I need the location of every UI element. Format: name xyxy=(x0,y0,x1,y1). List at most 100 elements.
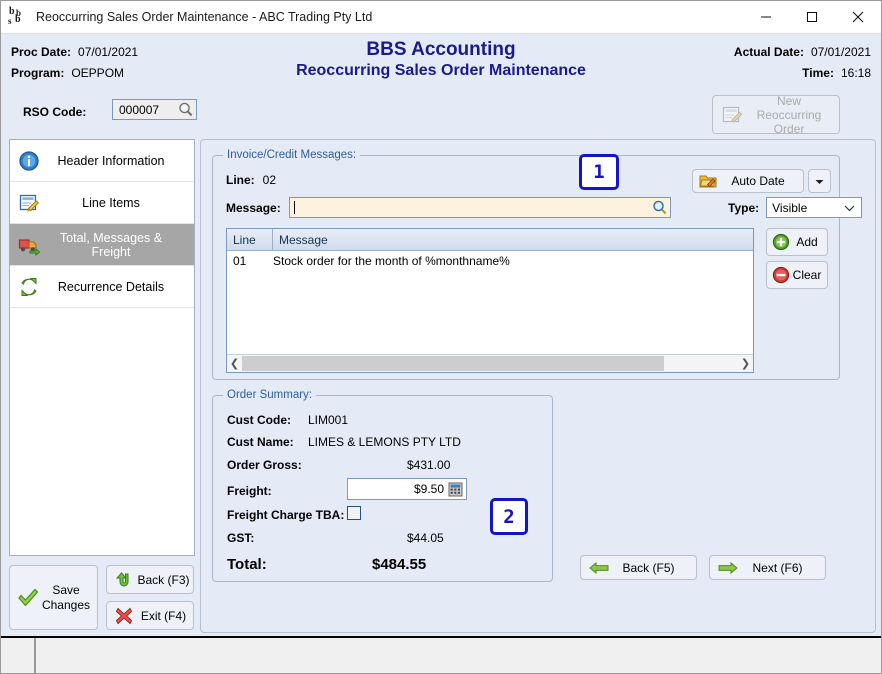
add-message-button[interactable]: Add xyxy=(766,228,828,256)
new-reoccurring-order-label: New Reoccurring Order xyxy=(743,94,839,136)
chevron-left-icon[interactable]: ❮ xyxy=(227,356,242,371)
plus-circle-icon xyxy=(772,233,790,251)
gst-row: GST: xyxy=(227,531,254,545)
check-icon xyxy=(16,586,40,610)
window-controls xyxy=(743,1,881,33)
auto-date-button[interactable]: Auto Date xyxy=(692,169,804,193)
truck-icon xyxy=(18,234,40,256)
cust-name-label: Cust Name: xyxy=(227,435,294,449)
rso-code-row: RSO Code: 000007 New xyxy=(1,90,881,136)
freight-value: $9.50 xyxy=(414,482,444,496)
rso-code-value: 000007 xyxy=(119,103,177,117)
order-gross-row: Order Gross: xyxy=(227,458,302,472)
sidebar-item-line-items[interactable]: Line Items xyxy=(10,182,194,224)
next-f6-label: Next (F6) xyxy=(738,561,825,575)
maximize-button[interactable] xyxy=(789,1,835,33)
time-value: 16:18 xyxy=(841,66,871,80)
back-f3-button[interactable]: Back (F3) xyxy=(106,565,194,594)
status-bar-cell-left xyxy=(1,638,35,673)
cust-code-value: LIM001 xyxy=(308,413,348,427)
back-f5-button[interactable]: Back (F5) xyxy=(580,555,697,580)
cust-name-value: LIMES & LEMONS PTY LTD xyxy=(308,435,461,449)
invoice-credit-messages-group: Invoice/Credit Messages: Line: 02 Messag… xyxy=(212,149,840,380)
sidebar-item-label: Line Items xyxy=(40,196,194,210)
magnifier-icon[interactable] xyxy=(651,199,668,216)
save-changes-button[interactable]: Save Changes xyxy=(9,565,98,630)
clear-message-label: Clear xyxy=(790,268,827,282)
close-x-icon xyxy=(114,606,134,626)
line-number-row: Line: 02 xyxy=(226,173,276,187)
chevron-down-icon xyxy=(844,201,855,215)
save-changes-label: Save Changes xyxy=(40,583,97,613)
save-label-line1: Save xyxy=(52,583,79,597)
invoice-credit-messages-legend: Invoice/Credit Messages: xyxy=(223,149,360,161)
freight-tba-row: Freight Charge TBA: xyxy=(227,508,344,522)
message-label: Message: xyxy=(226,201,281,215)
exit-f4-button[interactable]: Exit (F4) xyxy=(106,601,194,630)
sidebar-item-total-messages-freight[interactable]: Total, Messages & Freight xyxy=(10,224,194,266)
sidebar-item-label: Recurrence Details xyxy=(40,280,194,294)
cell-line: 01 xyxy=(227,254,273,268)
sidebar-item-label: Total, Messages & Freight xyxy=(40,231,194,259)
line-value: 02 xyxy=(263,173,276,187)
application-window: bb sb Reoccurring Sales Order Maintenanc… xyxy=(0,0,882,674)
cust-code-label: Cust Code: xyxy=(227,413,291,427)
next-f6-button[interactable]: Next (F6) xyxy=(709,555,826,580)
auto-date-label: Auto Date xyxy=(717,174,803,188)
rso-code-label: RSO Code: xyxy=(23,105,86,119)
freight-label: Freight: xyxy=(227,484,272,498)
freight-input[interactable]: $9.50 xyxy=(347,478,467,500)
cust-name-row: Cust Name: xyxy=(227,435,294,449)
line-label: Line: xyxy=(226,173,255,187)
header-strip: Proc Date: 07/01/2021 Program: OEPPOM BB… xyxy=(1,34,881,90)
header-right-info: Actual Date: 07/01/2021 Time: 16:18 xyxy=(734,41,871,83)
close-button[interactable] xyxy=(835,1,881,33)
auto-date-dropdown-button[interactable] xyxy=(808,169,831,193)
text-caret xyxy=(294,201,295,214)
navigation-sidebar: Header Information Line Items xyxy=(9,139,195,556)
back-f3-label: Back (F3) xyxy=(134,573,193,587)
sidebar-item-header-information[interactable]: Header Information xyxy=(10,140,194,182)
type-row: Type: Visible xyxy=(728,197,862,218)
messages-grid[interactable]: Line Message 01 Stock order for the mont… xyxy=(226,228,754,373)
status-bar-cell-main xyxy=(35,638,881,673)
gst-label: GST: xyxy=(227,531,254,545)
exit-f4-label: Exit (F4) xyxy=(134,609,193,623)
total-label: Total: xyxy=(227,556,267,573)
add-message-label: Add xyxy=(790,235,827,249)
message-input[interactable] xyxy=(289,197,671,218)
time-label: Time: xyxy=(802,66,834,80)
type-value: Visible xyxy=(772,201,844,215)
clear-message-button[interactable]: Clear xyxy=(766,261,828,289)
calculator-icon[interactable] xyxy=(448,482,463,497)
annotation-marker-1: 1 xyxy=(579,154,619,190)
status-bar xyxy=(1,636,881,673)
magnifier-icon[interactable] xyxy=(177,101,194,118)
back-f5-label: Back (F5) xyxy=(609,561,696,575)
cust-code-row: Cust Code: xyxy=(227,413,291,427)
column-header-message: Message xyxy=(273,229,753,250)
messages-grid-body: 01 Stock order for the month of %monthna… xyxy=(227,251,753,354)
arrow-left-icon xyxy=(589,561,609,575)
window-title: Reoccurring Sales Order Maintenance - AB… xyxy=(36,10,743,24)
rso-code-input[interactable]: 000007 xyxy=(112,99,197,120)
freight-charge-tba-label: Freight Charge TBA: xyxy=(227,508,344,522)
scrollbar-track[interactable] xyxy=(242,356,738,371)
sidebar-item-recurrence-details[interactable]: Recurrence Details xyxy=(10,266,194,308)
table-row[interactable]: 01 Stock order for the month of %monthna… xyxy=(227,251,753,270)
total-value: $484.55 xyxy=(372,556,426,573)
messages-grid-horizontal-scrollbar[interactable]: ❮ ❯ xyxy=(227,354,753,372)
type-select[interactable]: Visible xyxy=(766,197,862,218)
new-reoccurring-order-button[interactable]: New Reoccurring Order xyxy=(712,95,840,134)
freight-row: Freight: xyxy=(227,484,272,498)
gst-value: $44.05 xyxy=(407,531,444,545)
scrollbar-thumb[interactable] xyxy=(242,356,664,371)
chevron-right-icon[interactable]: ❯ xyxy=(738,356,753,371)
info-icon xyxy=(18,150,40,172)
freight-charge-tba-checkbox[interactable] xyxy=(347,506,361,520)
order-gross-value: $431.00 xyxy=(407,458,450,472)
save-label-line2: Changes xyxy=(42,598,90,612)
minimize-button[interactable] xyxy=(743,1,789,33)
undo-arrow-icon xyxy=(114,570,134,590)
actual-date-label: Actual Date: xyxy=(734,45,804,59)
